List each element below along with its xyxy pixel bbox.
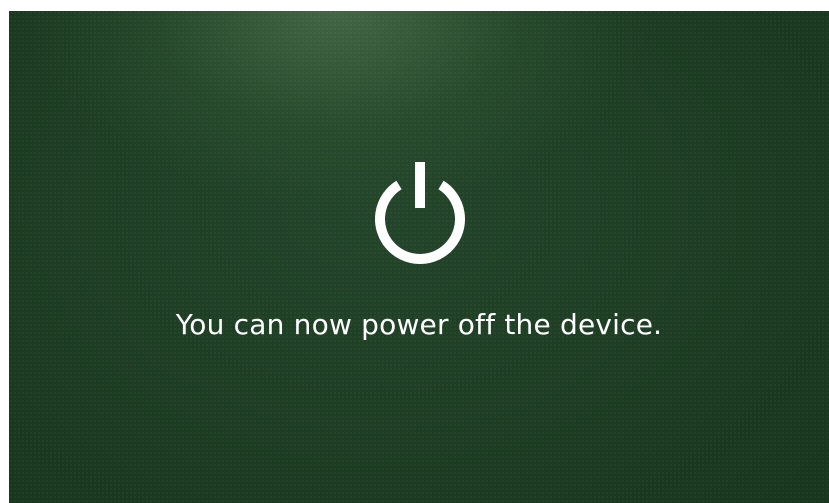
power-icon (375, 162, 465, 265)
power-off-message: You can now power off the device. (175, 308, 663, 341)
shutdown-screen: You can now power off the device. (9, 11, 829, 503)
